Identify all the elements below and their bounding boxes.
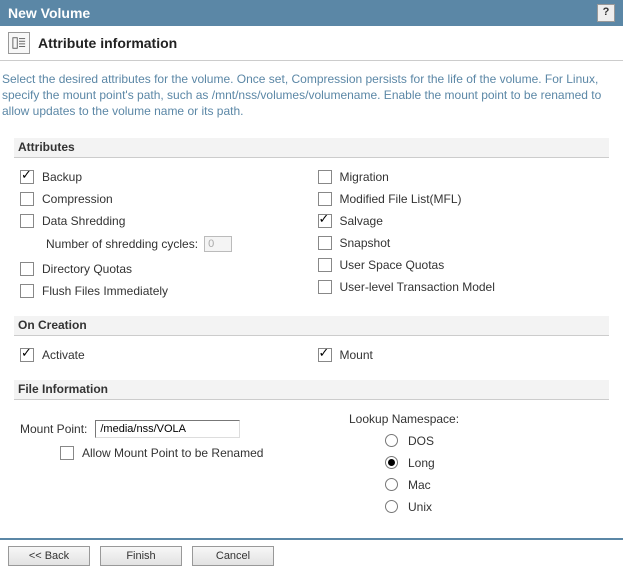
checkbox-user-level-transaction[interactable] [318,280,332,294]
label-directory-quotas: Directory Quotas [42,262,132,276]
label-snapshot: Snapshot [340,236,391,250]
checkbox-mfl[interactable] [318,192,332,206]
section-title-attributes: Attributes [14,138,609,158]
label-mount: Mount [340,348,373,362]
label-shredding-cycles: Number of shredding cycles: [46,237,198,251]
section-attributes: Attributes Backup Compression Data Shred… [14,138,609,302]
section-file-information: File Information Mount Point: Allow Moun… [14,380,609,518]
section-title-on-creation: On Creation [14,316,609,336]
label-namespace-mac: Mac [408,478,431,492]
label-mount-point: Mount Point: [20,422,87,436]
label-mfl: Modified File List(MFL) [340,192,462,206]
label-compression: Compression [42,192,113,206]
section-on-creation: On Creation Activate Mount [14,316,609,366]
checkbox-user-space-quotas[interactable] [318,258,332,272]
checkbox-allow-rename[interactable] [60,446,74,460]
cancel-button[interactable]: Cancel [192,546,274,566]
label-backup: Backup [42,170,82,184]
radio-namespace-dos[interactable] [385,434,398,447]
label-namespace-dos: DOS [408,434,434,448]
checkbox-compression[interactable] [20,192,34,206]
label-activate: Activate [42,348,85,362]
label-allow-rename: Allow Mount Point to be Renamed [82,446,263,460]
label-namespace-long: Long [408,456,435,470]
checkbox-migration[interactable] [318,170,332,184]
checkbox-data-shredding[interactable] [20,214,34,228]
checkbox-salvage[interactable] [318,214,332,228]
label-namespace-unix: Unix [408,500,432,514]
section-title-file-information: File Information [14,380,609,400]
label-user-level-transaction: User-level Transaction Model [340,280,495,294]
footer: << Back Finish Cancel [0,538,623,572]
checkbox-flush-files[interactable] [20,284,34,298]
back-button[interactable]: << Back [8,546,90,566]
label-salvage: Salvage [340,214,383,228]
checkbox-directory-quotas[interactable] [20,262,34,276]
radio-namespace-long[interactable] [385,456,398,469]
attribute-info-icon [8,32,30,54]
label-data-shredding: Data Shredding [42,214,125,228]
intro-text: Select the desired attributes for the vo… [0,61,623,120]
input-mount-point[interactable] [95,420,240,438]
subtitle-row: Attribute information [0,26,623,61]
checkbox-mount[interactable] [318,348,332,362]
radio-namespace-mac[interactable] [385,478,398,491]
label-migration: Migration [340,170,389,184]
label-user-space-quotas: User Space Quotas [340,258,445,272]
title-bar: New Volume ? [0,0,623,26]
page-subtitle: Attribute information [38,35,177,51]
input-shredding-cycles[interactable] [204,236,232,252]
checkbox-snapshot[interactable] [318,236,332,250]
label-flush-files: Flush Files Immediately [42,284,168,298]
label-lookup-namespace: Lookup Namespace: [349,408,609,430]
checkbox-activate[interactable] [20,348,34,362]
checkbox-backup[interactable] [20,170,34,184]
radio-namespace-unix[interactable] [385,500,398,513]
finish-button[interactable]: Finish [100,546,182,566]
window-title: New Volume [8,5,90,21]
help-icon[interactable]: ? [597,4,615,22]
